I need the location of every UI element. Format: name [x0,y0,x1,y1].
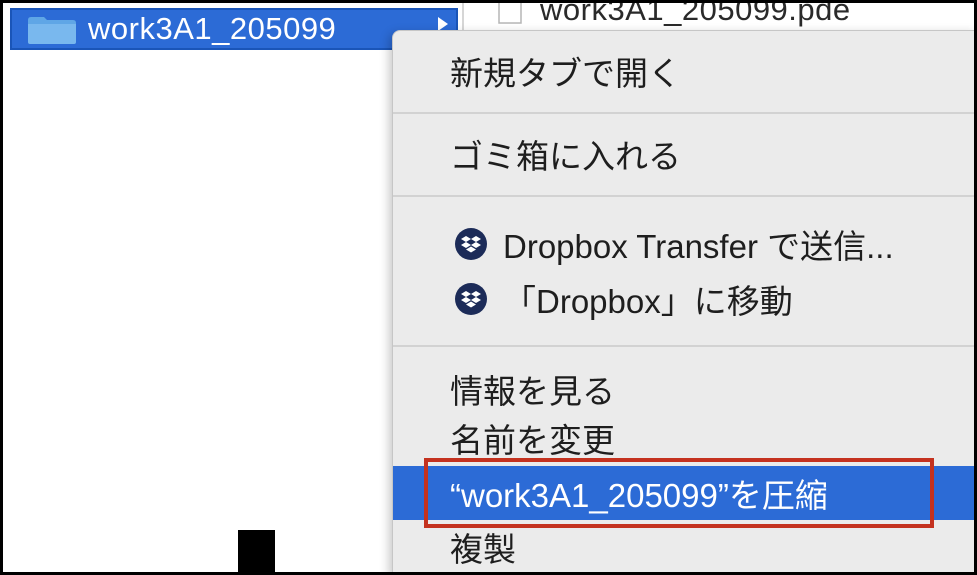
redaction-block [238,530,275,575]
file-row[interactable]: work3A1_205099.pde [484,0,964,30]
menu-item-label: ゴミ箱に入れる [450,138,681,175]
folder-row-selected[interactable]: work3A1_205099 [10,8,458,50]
menu-item-move-to-trash[interactable]: ゴミ箱に入れる [393,128,977,180]
folder-icon [28,16,76,44]
menu-item-get-info[interactable]: 情報を見る [393,363,977,415]
menu-item-label: Dropbox Transfer で送信... [503,228,894,265]
menu-item-dropbox-transfer[interactable]: Dropbox Transfer で送信... [393,218,977,270]
chevron-right-icon [438,17,448,31]
menu-item-label: 複製 [450,531,516,568]
menu-item-duplicate[interactable]: 複製 [393,521,977,573]
menu-item-open-in-new-tab[interactable]: 新規タブで開く [393,45,977,97]
menu-item-label: 名前を変更 [450,422,615,459]
menu-item-rename[interactable]: 名前を変更 [393,412,977,464]
menu-item-label: 新規タブで開く [450,55,681,92]
menu-separator [393,112,977,114]
document-icon [498,0,522,24]
menu-item-move-to-dropbox[interactable]: 「Dropbox」に移動 [393,273,977,325]
dropbox-icon [455,283,487,315]
folder-name: work3A1_205099 [88,11,337,46]
file-name: work3A1_205099.pde [540,0,851,27]
menu-separator [393,345,977,347]
screenshot: work3A1_205099 work3A1_205099.pde 新規タブで開… [0,0,977,575]
dropbox-icon [455,228,487,260]
menu-separator [393,195,977,197]
menu-item-label: 情報を見る [450,373,615,410]
menu-item-label: 「Dropbox」に移動 [503,283,793,320]
annotation-highlight-box [424,458,934,528]
